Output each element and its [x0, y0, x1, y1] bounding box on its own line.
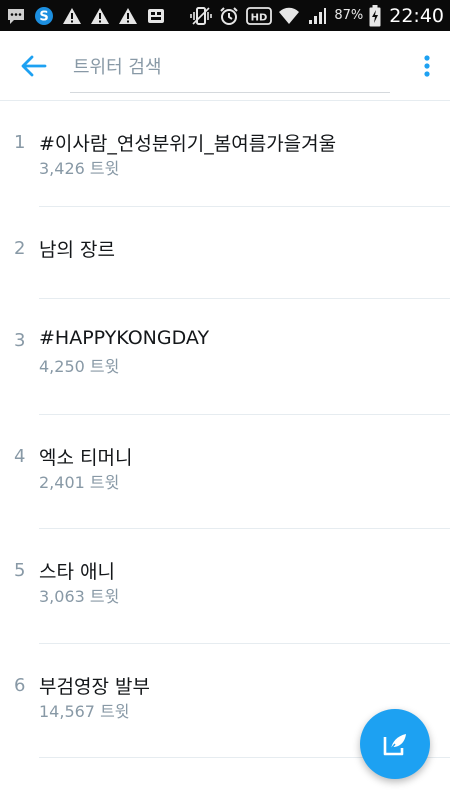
- trend-tweet-count: 3,426 트윗: [39, 159, 120, 178]
- skype-icon: S: [33, 5, 55, 27]
- trend-name: #이사람_연성분위기_봄여름가을겨울: [39, 133, 337, 155]
- trend-tweet-count: 14,567 트윗: [39, 702, 130, 721]
- search-input[interactable]: [70, 47, 393, 87]
- clock: 22:40: [389, 4, 444, 27]
- signal-icon: [306, 5, 328, 27]
- trend-item[interactable]: 2 남의 장르: [0, 207, 450, 299]
- trend-rank: 4: [14, 446, 26, 467]
- trend-tweet-count: 4,250 트윗: [39, 357, 120, 376]
- trend-tweet-count: 3,063 트윗: [39, 587, 120, 606]
- vibrate-icon: [190, 5, 213, 27]
- wifi-icon: [278, 5, 300, 27]
- arrow-left-icon: [21, 55, 47, 77]
- trend-name: 남의 장르: [39, 239, 115, 261]
- warning-icon: [89, 5, 111, 27]
- trend-item[interactable]: 3 #HAPPYKONGDAY 4,250 트윗: [0, 299, 450, 415]
- trend-item[interactable]: 5 스타 애니 3,063 트윗: [0, 529, 450, 644]
- back-button[interactable]: [18, 51, 50, 81]
- alarm-icon: [218, 5, 240, 27]
- status-bar: S HD 87% 22:40: [0, 0, 450, 31]
- trend-rank: 6: [14, 675, 26, 696]
- battery-percent: 87%: [334, 8, 364, 23]
- trend-rank: 3: [14, 330, 26, 351]
- battery-charging-icon: [369, 4, 381, 27]
- trend-item[interactable]: 4 엑소 티머니 2,401 트윗: [0, 415, 450, 529]
- trends-list: 1 #이사람_연성분위기_봄여름가을겨울 3,426 트윗 2 남의 장르 3 …: [0, 101, 450, 758]
- trend-rank: 1: [14, 132, 26, 153]
- trend-name: 스타 애니: [39, 561, 115, 583]
- trend-name: 엑소 티머니: [39, 447, 133, 469]
- trend-name: #HAPPYKONGDAY: [39, 327, 210, 349]
- warning-icon: [61, 5, 83, 27]
- app-icon: [145, 5, 167, 27]
- hd-label: HD: [251, 12, 268, 23]
- compose-tweet-button[interactable]: [360, 709, 430, 779]
- compose-icon: [383, 734, 406, 756]
- search-field: [70, 47, 393, 93]
- more-vertical-icon: [424, 55, 430, 77]
- trend-rank: 2: [14, 238, 26, 259]
- more-options-button[interactable]: [420, 51, 434, 81]
- hd-icon: HD: [246, 5, 273, 27]
- warning-icon: [117, 5, 139, 27]
- message-icon: [5, 5, 27, 27]
- trend-name: 부검영장 발부: [39, 676, 150, 698]
- trend-tweet-count: 2,401 트윗: [39, 473, 120, 492]
- trend-rank: 5: [14, 560, 26, 581]
- svg-text:S: S: [39, 9, 48, 24]
- trend-item[interactable]: 1 #이사람_연성분위기_봄여름가을겨울 3,426 트윗: [0, 101, 450, 207]
- app-bar: [0, 31, 450, 101]
